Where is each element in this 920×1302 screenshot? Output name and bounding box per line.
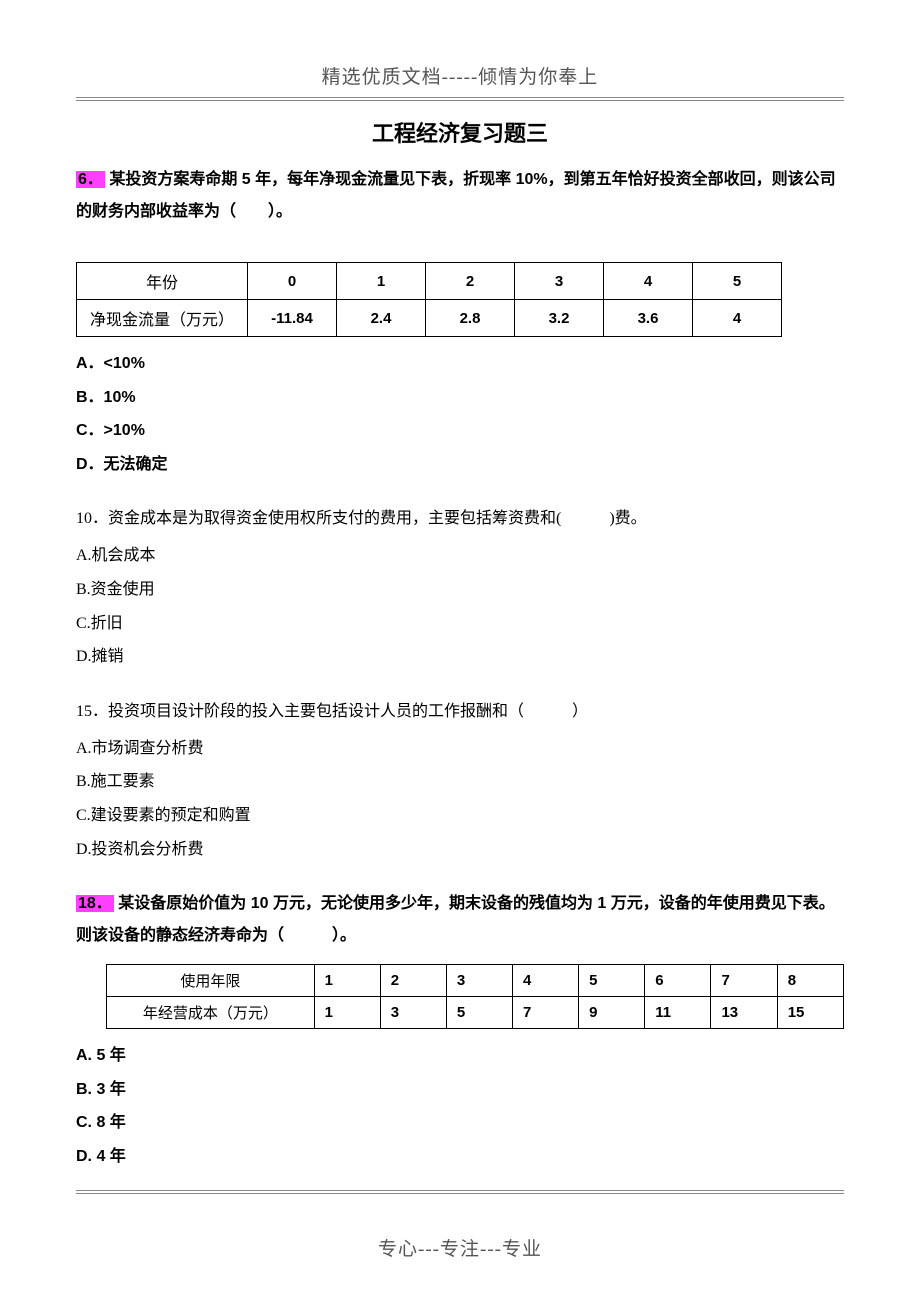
cell: 8	[777, 965, 843, 997]
page-footer: 专心---专注---专业	[76, 1234, 844, 1261]
q6-table: 年份 0 1 2 3 4 5 净现金流量（万元） -11.84 2.4 2.8 …	[76, 262, 782, 337]
cell: 13	[711, 997, 777, 1029]
cell: 3	[515, 263, 604, 300]
q6-number: 6．	[76, 171, 105, 188]
q6-text: 6． 某投资方案寿命期 5 年，每年净现金流量见下表，折现率 10%，到第五年恰…	[76, 164, 844, 228]
q6-option-a: A．<10%	[76, 347, 844, 381]
cell: 2.8	[426, 300, 515, 337]
cell: 7	[711, 965, 777, 997]
footer-rule	[76, 1190, 844, 1194]
page-header: 精选优质文档-----倾情为你奉上	[76, 62, 844, 89]
cell: 4	[604, 263, 693, 300]
table-row: 年经营成本（万元） 1 3 5 7 9 11 13 15	[107, 997, 844, 1029]
cell: 净现金流量（万元）	[77, 300, 248, 337]
cell: 2.4	[337, 300, 426, 337]
q6-option-d: D．无法确定	[76, 448, 844, 482]
cell: 5	[446, 997, 512, 1029]
q18-option-d: D. 4 年	[76, 1140, 844, 1174]
cell: 3	[380, 997, 446, 1029]
cell: 3	[446, 965, 512, 997]
q15-option-b: B.施工要素	[76, 765, 844, 799]
q18-option-b: B. 3 年	[76, 1073, 844, 1107]
document-title: 工程经济复习题三	[76, 116, 844, 148]
cell: 3.2	[515, 300, 604, 337]
cell: 2	[380, 965, 446, 997]
cell: 15	[777, 997, 843, 1029]
table-row: 年份 0 1 2 3 4 5	[77, 263, 782, 300]
header-rule	[76, 97, 844, 98]
q10-option-d: D.摊销	[76, 640, 844, 674]
cell: 5	[693, 263, 782, 300]
cell: 3.6	[604, 300, 693, 337]
q6-option-c: C．>10%	[76, 414, 844, 448]
q15-option-d: D.投资机会分析费	[76, 833, 844, 867]
cell: 0	[248, 263, 337, 300]
cell: 9	[579, 997, 645, 1029]
cell: -11.84	[248, 300, 337, 337]
q18-text: 18． 某设备原始价值为 10 万元，无论使用多少年，期末设备的残值均为 1 万…	[76, 888, 844, 952]
cell: 11	[645, 997, 711, 1029]
cell: 7	[512, 997, 578, 1029]
cell: 2	[426, 263, 515, 300]
table-row: 净现金流量（万元） -11.84 2.4 2.8 3.2 3.6 4	[77, 300, 782, 337]
q18-option-c: C. 8 年	[76, 1106, 844, 1140]
cell: 使用年限	[107, 965, 315, 997]
q15-text: 15．投资项目设计阶段的投入主要包括设计人员的工作报酬和（ ）	[76, 696, 844, 728]
q10-text: 10．资金成本是为取得资金使用权所支付的费用，主要包括筹资费和( )费。	[76, 503, 844, 535]
q15-option-c: C.建设要素的预定和购置	[76, 799, 844, 833]
cell: 年份	[77, 263, 248, 300]
cell: 6	[645, 965, 711, 997]
q10-option-c: C.折旧	[76, 607, 844, 641]
cell: 1	[314, 965, 380, 997]
q18-number: 18．	[76, 895, 114, 912]
q10-option-a: A.机会成本	[76, 539, 844, 573]
cell: 5	[579, 965, 645, 997]
table-row: 使用年限 1 2 3 4 5 6 7 8	[107, 965, 844, 997]
cell: 1	[314, 997, 380, 1029]
q15-option-a: A.市场调查分析费	[76, 732, 844, 766]
cell: 4	[693, 300, 782, 337]
cell: 4	[512, 965, 578, 997]
q18-option-a: A. 5 年	[76, 1039, 844, 1073]
cell: 年经营成本（万元）	[107, 997, 315, 1029]
cell: 1	[337, 263, 426, 300]
q10-option-b: B.资金使用	[76, 573, 844, 607]
q6-option-b: B．10%	[76, 381, 844, 415]
q18-table: 使用年限 1 2 3 4 5 6 7 8 年经营成本（万元） 1 3 5 7 9…	[106, 964, 844, 1029]
